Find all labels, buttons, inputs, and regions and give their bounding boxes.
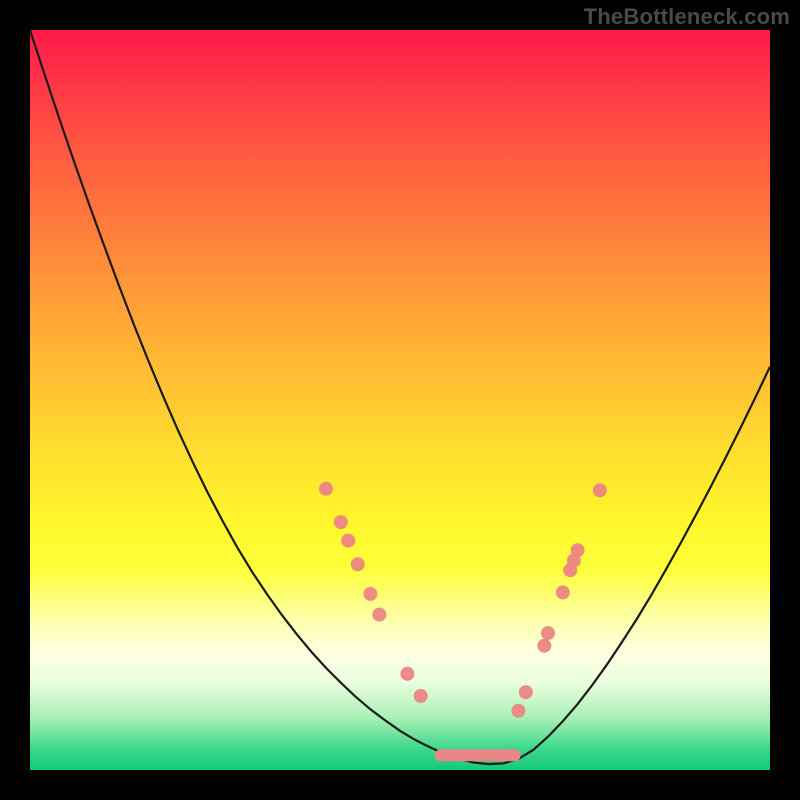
data-point [334, 515, 348, 529]
data-point-dots [319, 482, 607, 718]
data-point [511, 704, 525, 718]
chart-frame: TheBottleneck.com [0, 0, 800, 800]
data-point [541, 626, 555, 640]
data-point [593, 483, 607, 497]
data-point [319, 482, 333, 496]
data-point [351, 557, 365, 571]
watermark-text: TheBottleneck.com [584, 4, 790, 30]
data-point [556, 585, 570, 599]
data-point [341, 534, 355, 548]
data-point [363, 587, 377, 601]
plot-area [30, 30, 770, 770]
data-point [400, 667, 414, 681]
data-point [537, 639, 551, 653]
bottleneck-curve [30, 30, 770, 764]
data-point [571, 543, 585, 557]
data-point [519, 685, 533, 699]
data-point [372, 608, 386, 622]
data-point [414, 689, 428, 703]
curve-svg [30, 30, 770, 770]
